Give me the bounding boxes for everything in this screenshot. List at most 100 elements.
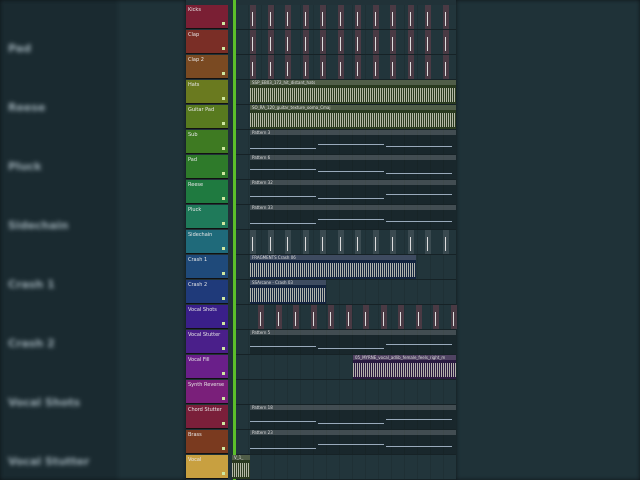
hit-clip[interactable] (442, 230, 449, 254)
hit-clip[interactable] (337, 55, 344, 79)
track-header[interactable]: Vocal (186, 455, 228, 479)
hit-clip[interactable] (442, 30, 449, 54)
pattern-clip[interactable]: Pattern 18 (250, 405, 456, 429)
track-mute-led[interactable] (222, 197, 225, 200)
hit-clip[interactable] (372, 5, 379, 29)
track-header[interactable]: Vocal Fill (186, 355, 228, 379)
track-mute-led[interactable] (222, 72, 225, 75)
track-lane[interactable] (236, 380, 456, 405)
pattern-clip[interactable]: Pattern 23 (250, 430, 456, 454)
pattern-clip[interactable]: Pattern 33 (250, 205, 456, 229)
track-lane[interactable]: Pattern 18 (236, 405, 456, 430)
hit-clip[interactable] (425, 55, 431, 79)
hit-clip[interactable] (425, 5, 431, 29)
track-lane[interactable]: SSP_EB03_172_hit_distant_hats (236, 80, 456, 105)
track-mute-led[interactable] (222, 22, 225, 25)
hit-clip[interactable] (407, 30, 414, 54)
hit-clip[interactable] (355, 230, 361, 254)
hit-clip[interactable] (285, 5, 291, 29)
track-mute-led[interactable] (222, 272, 225, 275)
hit-clip[interactable] (390, 55, 396, 79)
hit-clip[interactable] (275, 305, 282, 329)
hit-clip[interactable] (267, 30, 274, 54)
pattern-clip[interactable]: Pattern 32 (250, 180, 456, 204)
audio-clip[interactable]: SO_RA_120_guitar_texture_ooma_Cmaj (250, 105, 456, 129)
track-lane[interactable]: Pattern 5 (236, 330, 456, 355)
track-header[interactable]: Pluck (186, 205, 228, 229)
hit-clip[interactable] (267, 55, 274, 79)
track-header[interactable]: Brass (186, 430, 228, 454)
hit-clip[interactable] (320, 55, 326, 79)
track-lane[interactable]: SO_RA_120_guitar_texture_ooma_Cmaj (236, 105, 456, 130)
track-mute-led[interactable] (222, 447, 225, 450)
hit-clip[interactable] (337, 30, 344, 54)
hit-clip[interactable] (415, 305, 422, 329)
track-lane[interactable]: Pattern 6 (236, 155, 456, 180)
hit-clip[interactable] (302, 55, 309, 79)
hit-clip[interactable] (398, 305, 404, 329)
hit-clip[interactable] (320, 5, 326, 29)
pattern-clip[interactable]: Pattern 6 (250, 155, 456, 179)
hit-clip[interactable] (250, 230, 256, 254)
track-mute-led[interactable] (222, 372, 225, 375)
track-header[interactable]: Clap 2 (186, 55, 228, 79)
hit-clip[interactable] (328, 305, 334, 329)
pattern-clip[interactable]: Pattern 5 (250, 330, 456, 354)
track-lane[interactable] (236, 55, 456, 80)
hit-clip[interactable] (320, 230, 326, 254)
track-lane[interactable]: FRAGMENTS Crash 06 (236, 255, 456, 280)
hit-clip[interactable] (390, 30, 396, 54)
hit-clip[interactable] (372, 230, 379, 254)
hit-clip[interactable] (337, 5, 344, 29)
hit-clip[interactable] (450, 305, 457, 329)
hit-clip[interactable] (302, 30, 309, 54)
hit-clip[interactable] (250, 55, 256, 79)
hit-clip[interactable] (250, 5, 256, 29)
track-header[interactable]: Chord Stutter (186, 405, 228, 429)
hit-clip[interactable] (442, 55, 449, 79)
audio-clip[interactable]: SSP_EB03_172_hit_distant_hats (250, 80, 456, 104)
audio-clip[interactable]: SSArcane - Crash 03 (250, 280, 326, 304)
hit-clip[interactable] (267, 5, 274, 29)
hit-clip[interactable] (372, 30, 379, 54)
pattern-clip[interactable]: Pattern 3 (250, 130, 456, 154)
track-header[interactable]: Crash 2 (186, 280, 228, 304)
track-mute-led[interactable] (222, 147, 225, 150)
track-mute-led[interactable] (222, 472, 225, 475)
hit-clip[interactable] (355, 30, 361, 54)
track-header[interactable]: Vocal Stutter (186, 330, 228, 354)
track-lane[interactable] (236, 230, 456, 255)
hit-clip[interactable] (442, 5, 449, 29)
hit-clip[interactable] (285, 230, 291, 254)
track-mute-led[interactable] (222, 397, 225, 400)
track-lane[interactable]: V_1_ (232, 455, 456, 480)
track-lane[interactable] (236, 5, 456, 30)
track-lane[interactable]: Pattern 32 (236, 180, 456, 205)
track-header[interactable]: Sidechain (186, 230, 228, 254)
track-lane[interactable]: Pattern 3 (236, 130, 456, 155)
track-header[interactable]: Kicks (186, 5, 228, 29)
track-header[interactable]: Reese (186, 180, 228, 204)
hit-clip[interactable] (372, 55, 379, 79)
hit-clip[interactable] (407, 55, 414, 79)
track-lane[interactable]: SSArcane - Crash 03 (236, 280, 456, 305)
hit-clip[interactable] (267, 230, 274, 254)
hit-clip[interactable] (355, 5, 361, 29)
hit-clip[interactable] (355, 55, 361, 79)
track-lane[interactable] (236, 30, 456, 55)
track-header[interactable]: Hats (186, 80, 228, 104)
track-header[interactable]: Sub (186, 130, 228, 154)
track-header[interactable]: Synth Reverse (186, 380, 228, 404)
track-lane[interactable]: Pattern 33 (236, 205, 456, 230)
hit-clip[interactable] (390, 230, 396, 254)
track-mute-led[interactable] (222, 422, 225, 425)
hit-clip[interactable] (258, 305, 264, 329)
track-header[interactable]: Crash 1 (186, 255, 228, 279)
hit-clip[interactable] (380, 305, 387, 329)
track-mute-led[interactable] (222, 322, 225, 325)
audio-clip[interactable]: V_1_ (232, 455, 250, 479)
track-mute-led[interactable] (222, 347, 225, 350)
track-mute-led[interactable] (222, 122, 225, 125)
track-mute-led[interactable] (222, 222, 225, 225)
hit-clip[interactable] (407, 5, 414, 29)
